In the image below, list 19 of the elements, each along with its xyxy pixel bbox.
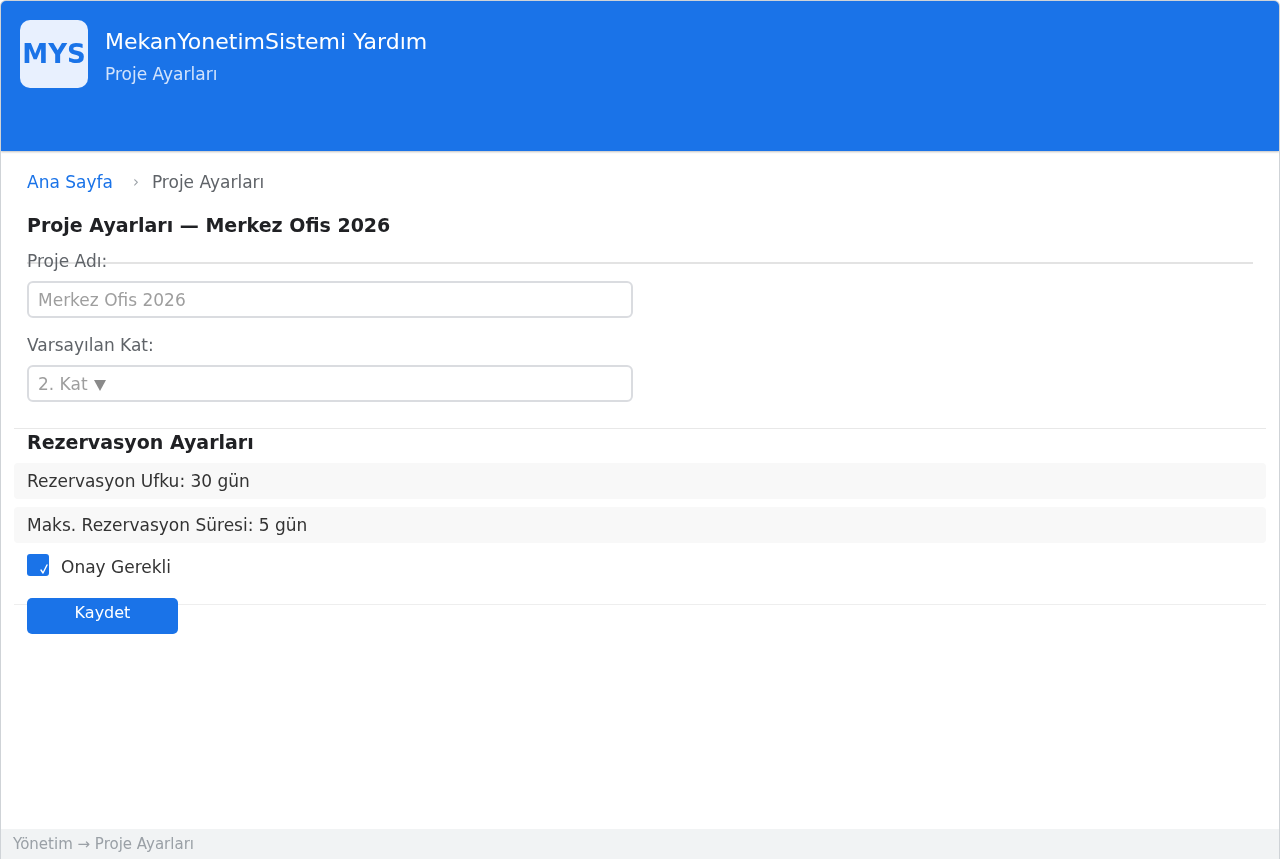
- breadcrumb-link[interactable]: Ana Sayfa: [27, 171, 113, 193]
- page-subtitle: Proje Ayarları: [105, 63, 219, 85]
- breadcrumb-current: Proje Ayarları: [151, 171, 265, 193]
- dropdown[interactable]: 2. Kat: [27, 365, 633, 402]
- app-logo: MYS: [20, 20, 88, 88]
- setting-row: Maks. Rezervasyon Süresi: 5 gün: [14, 507, 1266, 543]
- checkbox[interactable]: [27, 554, 49, 576]
- caret-icon: [93, 379, 106, 391]
- field-label: Proje Adı:: [27, 250, 108, 272]
- status-bar: Yönetim → Proje Ayarları: [1, 829, 1279, 859]
- checkbox-label: Onay Gerekli: [61, 556, 172, 578]
- text-input[interactable]: Merkez Ofis 2026: [27, 281, 633, 318]
- setting-row: Rezervasyon Ufku: 30 gün: [14, 463, 1266, 499]
- app-title: MekanYonetimSistemi Yardım: [105, 29, 428, 55]
- save-button[interactable]: Kaydet: [27, 598, 178, 634]
- breadcrumb-separator: ›: [132, 172, 139, 193]
- field-label: Varsayılan Kat:: [27, 334, 154, 356]
- page-heading: Proje Ayarları — Merkez Ofis 2026: [27, 213, 391, 237]
- section-heading: Rezervasyon Ayarları: [27, 430, 255, 454]
